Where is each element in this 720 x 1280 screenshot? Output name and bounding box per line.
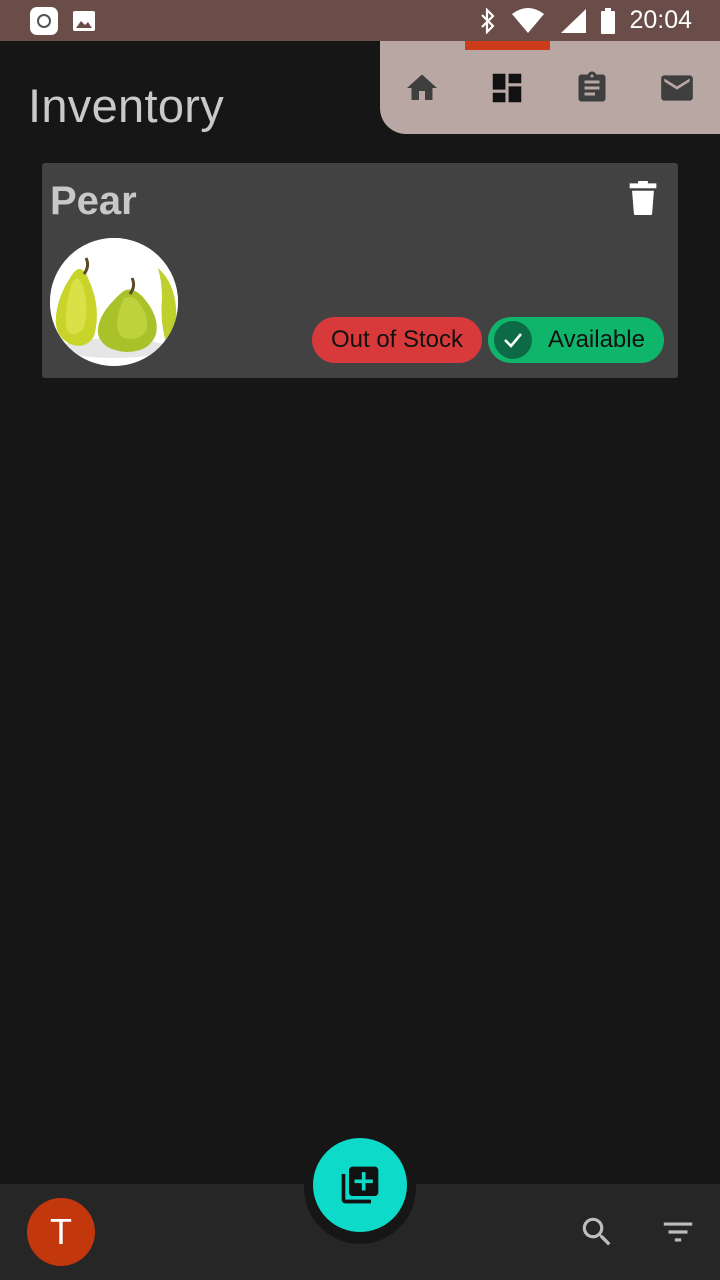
item-name: Pear [50,179,137,223]
app-notification-icon [30,6,58,35]
add-item-button[interactable] [313,1138,407,1232]
active-tab-indicator [465,41,550,50]
nav-home[interactable] [394,65,450,111]
page-title: Inventory [28,79,225,132]
out-of-stock-label: Out of Stock [330,326,464,353]
wifi-icon [512,7,545,33]
check-icon [494,321,532,359]
dashboard-icon [492,73,522,103]
search-icon [582,1217,611,1246]
home-icon [407,74,437,100]
bluetooth-icon [481,7,495,34]
top-navigation [380,41,720,134]
user-avatar[interactable]: T [27,1198,95,1266]
pear-image [50,238,178,366]
filter-icon [663,1222,693,1242]
status-bar: 20:04 [0,0,720,41]
add-to-library-icon [341,1166,379,1204]
clipboard-icon [578,71,606,102]
nav-clipboard[interactable] [564,65,620,111]
nav-dashboard[interactable] [479,65,535,111]
nav-mail[interactable] [649,65,705,111]
battery-icon [601,7,616,34]
inventory-card[interactable]: Pear Out of Stock Available [42,163,678,378]
search-button[interactable] [577,1212,617,1252]
filter-button[interactable] [658,1212,698,1252]
mail-icon [661,75,693,101]
image-notification-icon [73,10,95,31]
item-image [50,238,178,366]
clock: 20:04 [629,6,692,34]
signal-icon [561,8,587,33]
out-of-stock-chip[interactable]: Out of Stock [312,317,482,363]
available-label: Available [548,326,645,353]
available-chip[interactable]: Available [488,317,664,363]
delete-icon[interactable] [628,181,658,215]
